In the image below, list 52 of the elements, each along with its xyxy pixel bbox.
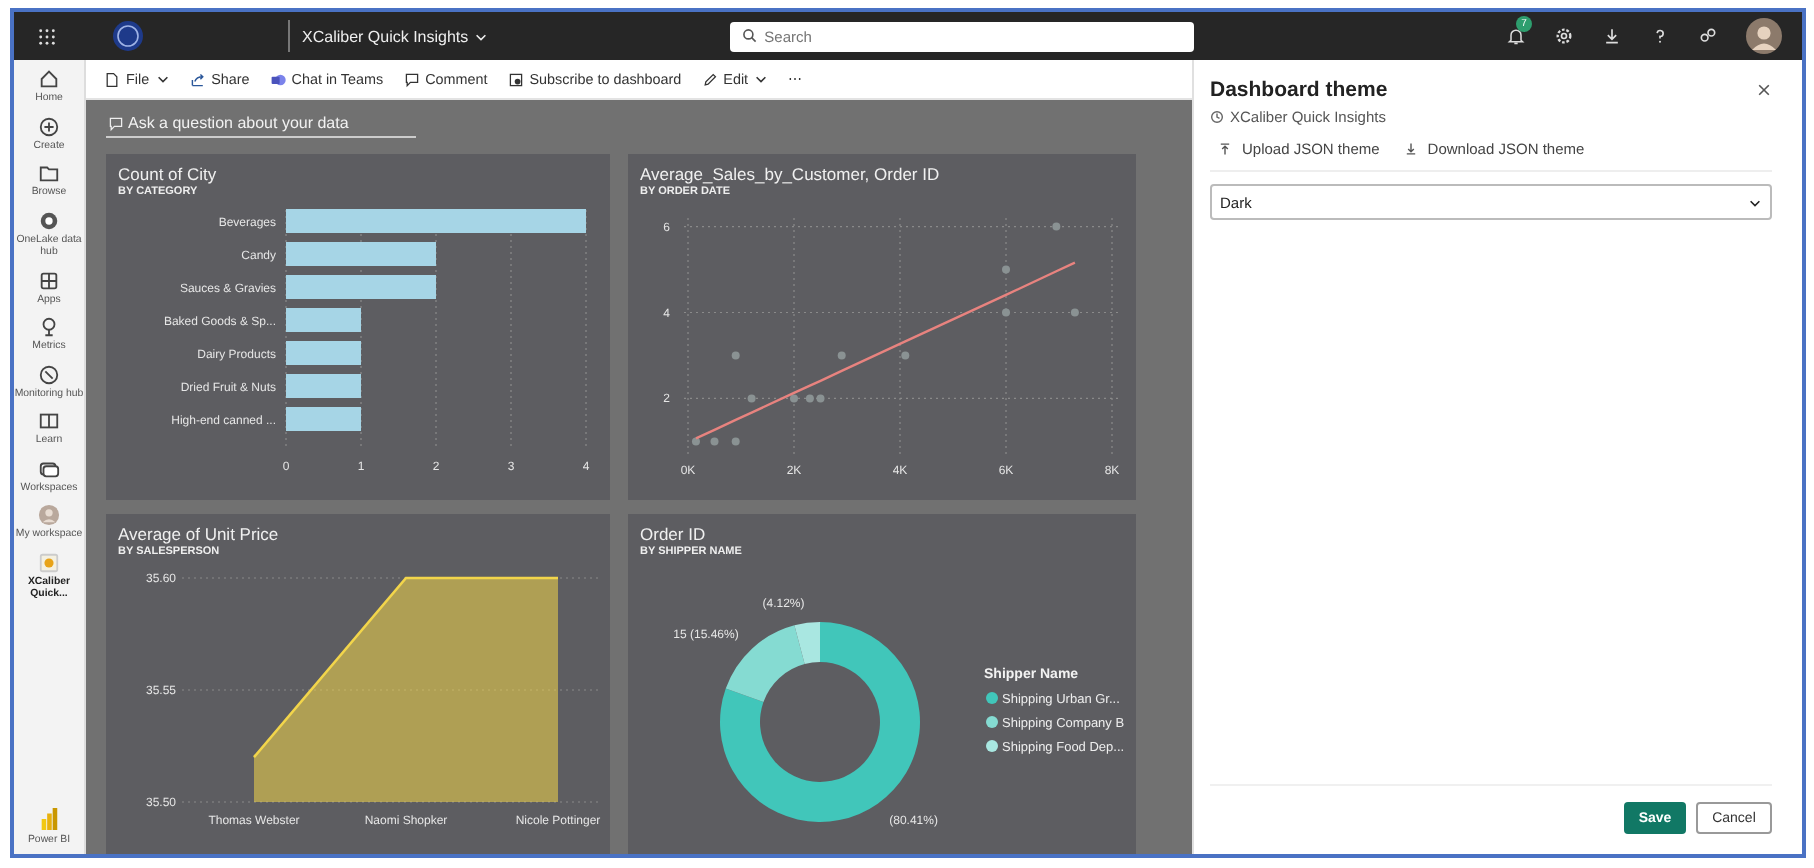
home-icon <box>38 68 60 90</box>
data-point[interactable] <box>901 351 910 360</box>
data-point[interactable] <box>1002 265 1010 274</box>
logo-icon <box>112 20 144 52</box>
workspaces-icon <box>38 457 60 479</box>
teams-icon <box>269 71 286 87</box>
power-bi-logo-icon <box>38 805 60 831</box>
app-launcher-icon[interactable] <box>38 27 56 45</box>
file-icon <box>104 71 120 87</box>
people-icon[interactable] <box>1698 26 1718 46</box>
data-point[interactable] <box>731 351 740 360</box>
upload-icon <box>1218 142 1232 156</box>
data-point[interactable] <box>710 437 719 446</box>
chat-icon <box>108 115 124 131</box>
search-icon <box>742 28 759 44</box>
app-icon <box>38 551 60 573</box>
donut-slice[interactable] <box>794 622 820 664</box>
data-point[interactable] <box>731 437 740 446</box>
comment-icon <box>403 71 420 87</box>
data-point[interactable] <box>1070 308 1079 317</box>
data-point[interactable] <box>691 437 700 446</box>
close-icon[interactable] <box>1756 82 1772 98</box>
chevron-down-icon <box>474 29 489 43</box>
data-point[interactable] <box>1052 222 1061 231</box>
tile-title: Order ID <box>640 524 708 544</box>
data-point[interactable] <box>816 394 825 403</box>
bell-icon[interactable] <box>1506 26 1526 46</box>
avatar-icon <box>38 504 60 526</box>
avatar-icon[interactable] <box>1746 18 1782 54</box>
data-point[interactable] <box>837 351 846 360</box>
apps-icon <box>38 269 60 291</box>
plus-icon <box>38 115 60 137</box>
data-point[interactable] <box>747 394 756 403</box>
hub-icon <box>38 209 60 231</box>
pencil-icon <box>701 71 718 87</box>
tile-title: Count of City <box>118 164 219 184</box>
tile-title: Average of Unit Price <box>118 524 281 544</box>
share-icon <box>189 71 206 87</box>
book-icon <box>38 410 60 432</box>
download-icon[interactable] <box>1602 26 1622 46</box>
qna-field[interactable]: Ask a question about your data <box>106 108 416 138</box>
panel-title: Dashboard theme <box>1210 78 1388 102</box>
data-point[interactable] <box>1002 308 1010 317</box>
chevron-down-icon <box>1748 195 1762 209</box>
settings-icon[interactable] <box>1554 26 1574 46</box>
tile-title: Average_Sales_by_Customer, Order ID <box>640 164 942 184</box>
data-point[interactable] <box>790 394 798 403</box>
folder-icon <box>38 162 60 184</box>
data-point[interactable] <box>805 394 814 403</box>
subscribe-icon <box>507 71 524 87</box>
workspace-switcher[interactable]: XCaliber Quick Insights <box>290 27 501 45</box>
download-icon <box>1403 142 1418 156</box>
